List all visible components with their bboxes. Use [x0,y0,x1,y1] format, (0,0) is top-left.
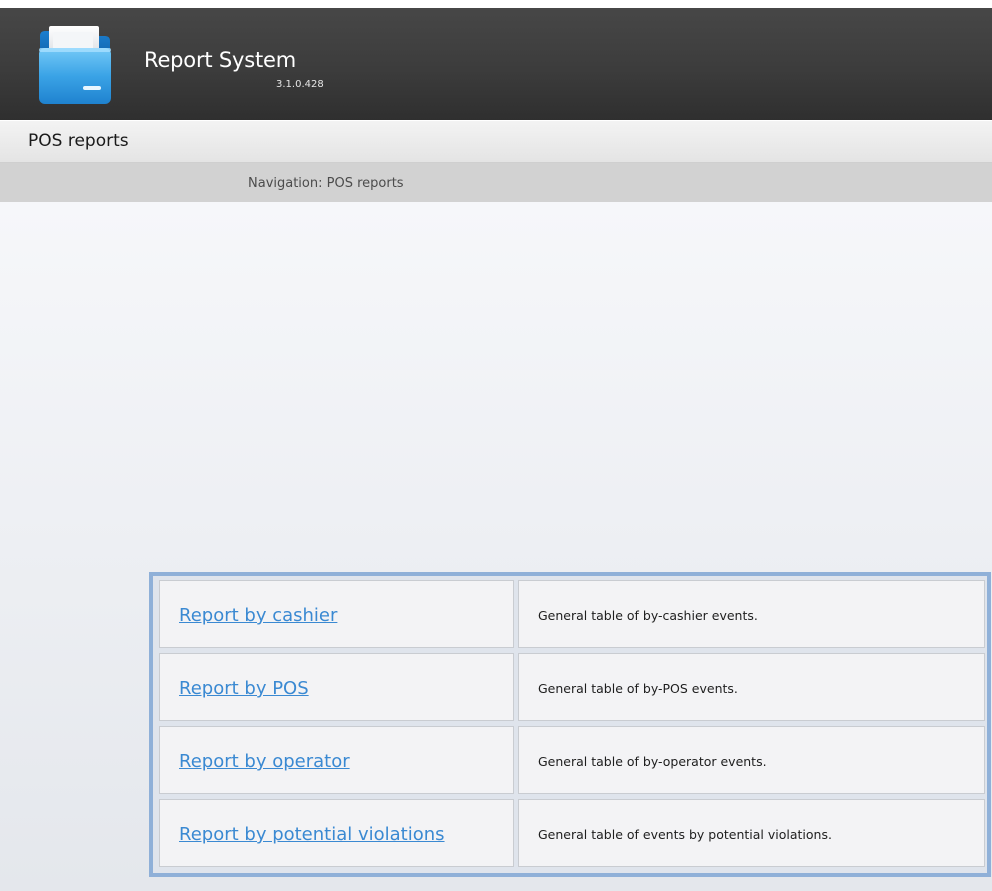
report-description-cell: General table of events by potential vio… [518,799,985,867]
report-row-pos: Report by POS General table of by-POS ev… [159,653,985,721]
report-by-operator-link[interactable]: Report by operator [179,751,350,772]
breadcrumb: Navigation: POS reports [248,176,404,191]
reports-table: Report by cashier General table of by-ca… [149,572,991,877]
report-by-operator-description: General table of by-operator events. [538,754,767,769]
report-link-cell: Report by POS [159,653,514,721]
app-title: Report System [144,48,296,72]
report-by-cashier-description: General table of by-cashier events. [538,608,758,623]
report-link-cell: Report by operator [159,726,514,794]
report-row-potential-violations: Report by potential violations General t… [159,799,985,867]
report-link-cell: Report by cashier [159,580,514,648]
report-link-cell: Report by potential violations [159,799,514,867]
page-title: POS reports [28,131,129,151]
report-by-cashier-link[interactable]: Report by cashier [179,605,337,626]
report-row-operator: Report by operator General table of by-o… [159,726,985,794]
page-title-bar: POS reports [0,121,992,163]
navigation-bar: Navigation: POS reports [0,163,992,202]
report-description-cell: General table of by-operator events. [518,726,985,794]
report-row-cashier: Report by cashier General table of by-ca… [159,580,985,648]
report-by-pos-link[interactable]: Report by POS [179,678,309,699]
report-by-potential-violations-link[interactable]: Report by potential violations [179,824,445,845]
report-by-pos-description: General table of by-POS events. [538,681,738,696]
report-by-potential-violations-description: General table of events by potential vio… [538,827,832,842]
report-description-cell: General table of by-POS events. [518,653,985,721]
app-header: Report System 3.1.0.428 [0,8,992,120]
report-description-cell: General table of by-cashier events. [518,580,985,648]
app-window: Report System 3.1.0.428 POS reports Navi… [0,0,992,891]
folder-icon [39,26,111,104]
app-version: 3.1.0.428 [276,79,324,90]
